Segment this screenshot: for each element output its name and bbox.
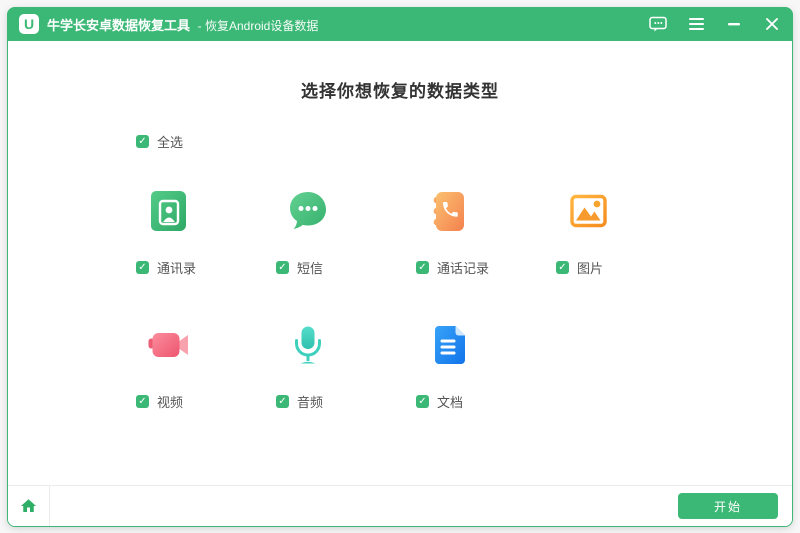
titlebar-actions <box>649 15 781 33</box>
data-type-toggle[interactable]: 文档 <box>416 392 556 411</box>
feedback-icon[interactable] <box>649 15 667 33</box>
item-checkbox[interactable] <box>416 261 429 274</box>
item-checkbox[interactable] <box>416 395 429 408</box>
data-type-toggle[interactable]: 通话记录 <box>416 258 556 277</box>
home-icon <box>19 497 38 515</box>
menu-icon[interactable] <box>687 15 705 33</box>
select-all-label: 全选 <box>157 132 183 151</box>
data-type-toggle[interactable]: 短信 <box>276 258 416 277</box>
item-checkbox[interactable] <box>136 261 149 274</box>
close-icon[interactable] <box>763 15 781 33</box>
item-label: 音频 <box>297 392 323 411</box>
call-history-icon <box>424 187 472 235</box>
data-type-toggle[interactable]: 通讯录 <box>136 258 276 277</box>
select-all-checkbox[interactable] <box>136 135 149 148</box>
sms-icon <box>284 187 332 235</box>
item-label: 通话记录 <box>437 258 489 277</box>
select-all-row[interactable]: 全选 <box>136 132 792 151</box>
window-title-sub: - 恢复Android设备数据 <box>198 19 319 33</box>
item-label: 短信 <box>297 258 323 277</box>
data-type-toggle[interactable]: 视频 <box>136 392 276 411</box>
home-button[interactable] <box>8 486 50 526</box>
photos-icon <box>564 187 612 235</box>
data-type-cell-sms: 短信 <box>276 187 416 277</box>
data-type-cell-contacts: 通讯录 <box>136 187 276 277</box>
item-label: 文档 <box>437 392 463 411</box>
main-content: 选择你想恢复的数据类型 全选 <box>8 41 792 486</box>
item-checkbox[interactable] <box>276 395 289 408</box>
documents-icon <box>424 321 472 369</box>
app-window: U 牛学长安卓数据恢复工具 - 恢复Android设备数据 <box>7 7 793 527</box>
titlebar: U 牛学长安卓数据恢复工具 - 恢复Android设备数据 <box>7 7 793 41</box>
audio-icon <box>284 321 332 369</box>
footer-bar: 开始 <box>8 485 792 526</box>
start-button[interactable]: 开始 <box>678 493 778 519</box>
data-type-cell-documents: 文档 <box>416 321 556 411</box>
item-checkbox[interactable] <box>556 261 569 274</box>
item-label: 图片 <box>577 258 603 277</box>
window-title-main: 牛学长安卓数据恢复工具 <box>47 18 190 33</box>
data-type-toggle[interactable]: 音频 <box>276 392 416 411</box>
minimize-icon[interactable] <box>725 15 743 33</box>
data-type-cell-photos: 图片 <box>556 187 696 277</box>
data-type-cell-videos: 视频 <box>136 321 276 411</box>
item-checkbox[interactable] <box>136 395 149 408</box>
data-type-grid: 通讯录 短信 <box>136 187 792 411</box>
item-label: 视频 <box>157 392 183 411</box>
contacts-icon <box>144 187 192 235</box>
data-type-toggle[interactable]: 图片 <box>556 258 696 277</box>
data-type-cell-call-history: 通话记录 <box>416 187 556 277</box>
window-title: 牛学长安卓数据恢复工具 - 恢复Android设备数据 <box>47 15 318 34</box>
item-label: 通讯录 <box>157 258 196 277</box>
videos-icon <box>144 321 192 369</box>
app-logo-icon: U <box>19 14 39 34</box>
data-type-cell-audio: 音频 <box>276 321 416 411</box>
page-title: 选择你想恢复的数据类型 <box>8 77 792 102</box>
item-checkbox[interactable] <box>276 261 289 274</box>
